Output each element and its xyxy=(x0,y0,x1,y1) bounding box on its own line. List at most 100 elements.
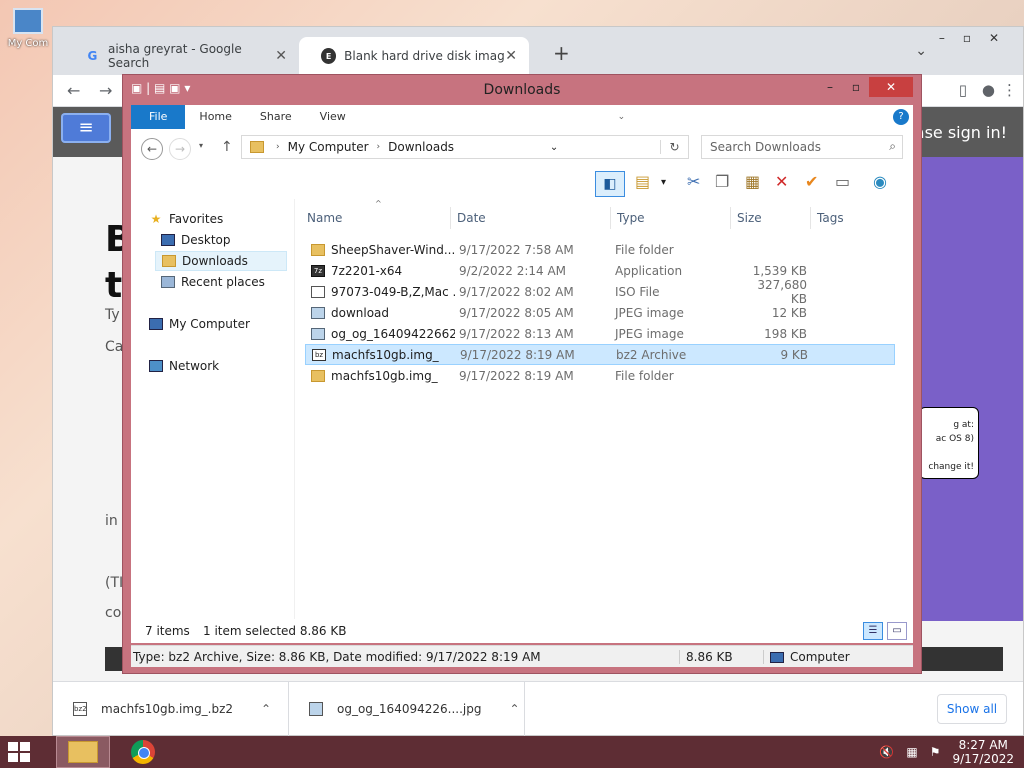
forward-icon[interactable]: → xyxy=(169,138,191,160)
explorer-titlebar[interactable]: ▣ | ▤ ▣ ▾ Downloads – ▫ ✕ xyxy=(123,75,921,105)
breadcrumb-downloads[interactable]: Downloads xyxy=(388,140,454,154)
file-row-selected[interactable]: bz machfs10gb.img_ 9/17/2022 8:19 AM bz2 … xyxy=(305,344,895,365)
file-row[interactable]: SheepShaver-Wind... 9/17/2022 7:58 AM Fi… xyxy=(305,239,895,260)
nav-label: My Computer xyxy=(169,317,250,331)
explorer-window: ▣ | ▤ ▣ ▾ Downloads – ▫ ✕ File Home Shar… xyxy=(122,74,922,674)
tab-home[interactable]: Home xyxy=(185,105,245,129)
nav-desktop[interactable]: Desktop xyxy=(161,230,231,250)
bubble-line xyxy=(920,446,974,460)
menu-icon[interactable]: ⋮ xyxy=(1002,81,1017,99)
recent-locations-icon[interactable]: ▾ xyxy=(199,141,203,150)
nav-favorites[interactable]: ★ Favorites xyxy=(149,209,224,229)
tab-disk-images[interactable]: E Blank hard drive disk images (10 ✕ xyxy=(299,37,529,75)
breadcrumb-chevron-icon[interactable]: › xyxy=(276,142,280,152)
nav-recent-places[interactable]: Recent places xyxy=(161,272,265,292)
search-input[interactable]: Search Downloads ⌕ xyxy=(701,135,903,159)
file-name: machfs10gb.img_ xyxy=(332,347,439,362)
file-type: bz2 Archive xyxy=(616,347,687,362)
tab-share[interactable]: Share xyxy=(246,105,306,129)
chevron-up-icon[interactable]: ⌃ xyxy=(509,702,519,716)
new-tab-icon[interactable]: + xyxy=(553,41,570,65)
search-placeholder: Search Downloads xyxy=(710,140,821,154)
help-icon[interactable]: ? xyxy=(893,109,909,125)
file-type: Application xyxy=(615,263,683,278)
nav-network[interactable]: Network xyxy=(149,356,219,376)
start-button[interactable] xyxy=(8,742,30,762)
nav-my-computer[interactable]: My Computer xyxy=(149,314,250,334)
page-text: Ca xyxy=(105,339,124,355)
address-bar[interactable]: › My Computer › Downloads ⌄ ↻ xyxy=(241,135,689,159)
rename-icon[interactable]: ▭ xyxy=(835,172,850,191)
computer-icon xyxy=(770,651,784,663)
clock[interactable]: 8:27 AM 9/17/2022 xyxy=(952,738,1014,766)
download-item[interactable]: og_og_164094226....jpg ⌃ xyxy=(289,682,525,736)
download-item[interactable]: bz2 machfs10gb.img_.bz2 ⌃ xyxy=(53,682,289,736)
desktop-my-computer-icon[interactable]: My Com xyxy=(4,8,52,49)
breadcrumb-chevron-icon[interactable]: › xyxy=(377,142,381,152)
large-icons-view-icon[interactable]: ▭ xyxy=(887,622,907,640)
tab-close-icon[interactable]: ✕ xyxy=(505,48,517,64)
copy-icon[interactable]: ❐ xyxy=(715,172,729,191)
desktop-icon-label: My Com xyxy=(7,38,49,49)
maximize-icon[interactable]: ▫ xyxy=(843,77,869,97)
column-header-date[interactable]: Date xyxy=(451,207,611,229)
site-menu-button[interactable]: ≡ xyxy=(61,113,111,143)
breadcrumb-my-computer[interactable]: My Computer xyxy=(288,140,369,154)
ribbon-expand-icon[interactable]: ⌄ xyxy=(618,112,626,122)
back-icon[interactable]: ← xyxy=(141,138,163,160)
forward-icon[interactable]: → xyxy=(99,81,112,100)
globe-icon[interactable]: ◉ xyxy=(873,172,887,191)
archive-file-icon: bz xyxy=(312,348,326,361)
address-dropdown-icon[interactable]: ⌄ xyxy=(550,142,558,153)
file-row[interactable]: og_og_16409422662... 9/17/2022 8:13 AM J… xyxy=(305,323,895,344)
up-icon[interactable]: ↑ xyxy=(221,139,233,155)
column-header-size[interactable]: Size xyxy=(731,207,811,229)
profile-icon[interactable]: ● xyxy=(982,81,995,99)
action-center-icon[interactable]: ⚑ xyxy=(930,745,941,759)
cut-icon[interactable]: ✂ xyxy=(687,172,700,191)
sidebar-background xyxy=(919,157,1023,621)
tab-close-icon[interactable]: ✕ xyxy=(275,48,287,64)
file-row[interactable]: download 9/17/2022 8:05 AM JPEG image 12… xyxy=(305,302,895,323)
preview-pane-icon[interactable]: ◧ xyxy=(595,171,625,197)
star-icon: ★ xyxy=(150,212,162,226)
taskbar-file-explorer[interactable] xyxy=(56,736,110,768)
close-icon[interactable]: ✕ xyxy=(869,77,913,97)
column-header-tags[interactable]: Tags xyxy=(811,207,891,229)
nav-downloads[interactable]: Downloads xyxy=(155,251,287,271)
side-panel-icon[interactable]: ▯ xyxy=(959,81,967,99)
refresh-icon[interactable]: ↻ xyxy=(659,140,688,154)
chevron-up-icon[interactable]: ⌃ xyxy=(261,702,271,716)
volume-muted-icon[interactable]: 🔇 xyxy=(879,745,894,759)
window-controls[interactable]: –▫✕ xyxy=(939,31,1017,45)
file-date: 9/17/2022 8:05 AM xyxy=(459,305,574,320)
column-header-name[interactable]: Name xyxy=(301,207,451,229)
back-icon[interactable]: ← xyxy=(67,81,80,100)
window-controls: – ▫ ✕ xyxy=(817,77,913,97)
tab-file[interactable]: File xyxy=(131,105,186,129)
image-file-icon xyxy=(311,306,325,319)
properties-icon[interactable]: ▤ xyxy=(635,172,650,191)
dropdown-icon[interactable]: ▾ xyxy=(661,177,666,188)
file-row[interactable]: machfs10gb.img_ 9/17/2022 8:19 AM File f… xyxy=(305,365,895,386)
file-row[interactable]: 97073-049-B,Z,Mac ... 9/17/2022 8:02 AM … xyxy=(305,278,895,306)
paste-icon[interactable]: ▦ xyxy=(745,172,760,191)
status-size: 8.86 KB xyxy=(679,650,733,664)
file-type: File folder xyxy=(615,242,674,257)
google-icon: G xyxy=(87,49,98,63)
delete-icon[interactable]: ✕ xyxy=(775,172,788,191)
tab-strip: G aisha greyrat - Google Search ✕ E Blan… xyxy=(53,27,1023,75)
checkmark-icon[interactable]: ✔ xyxy=(805,172,818,191)
tab-search-chevron-icon[interactable]: ⌄ xyxy=(915,43,927,59)
page-text: (TI xyxy=(105,575,124,591)
show-all-button[interactable]: Show all xyxy=(937,694,1007,724)
network-icon[interactable]: ▦ xyxy=(906,745,917,759)
details-view-icon[interactable]: ☰ xyxy=(863,622,883,640)
tab-view[interactable]: View xyxy=(306,105,360,129)
tab-google-search[interactable]: G aisha greyrat - Google Search ✕ xyxy=(63,37,299,75)
taskbar-chrome[interactable] xyxy=(116,736,170,768)
status-detail: Type: bz2 Archive, Size: 8.86 KB, Date m… xyxy=(133,650,541,664)
column-header-type[interactable]: Type xyxy=(611,207,731,229)
minimize-icon[interactable]: – xyxy=(817,77,843,97)
chrome-icon xyxy=(131,740,155,764)
